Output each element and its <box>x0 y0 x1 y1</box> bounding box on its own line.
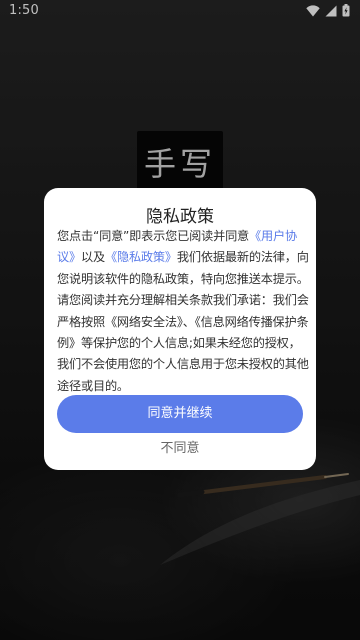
dialog-body: 您点击“同意”即表示您已阅读并同意《用户协议》以及《隐私政策》我们依据最新的法律… <box>57 226 309 397</box>
agree-continue-button[interactable]: 同意并继续 <box>57 395 303 433</box>
body-text: 您点击“同意”即表示您已阅读并同意 <box>57 229 250 243</box>
dialog-title: 隐私政策 <box>146 207 214 227</box>
privacy-policy-link[interactable]: 《隐私政策》 <box>105 250 177 264</box>
body-text: 我们依据最新的法律，向您说明该软件的隐私政策，特向您推送本提示。请您阅读并充分理… <box>57 250 309 393</box>
disagree-button[interactable]: 不同意 <box>140 438 220 460</box>
body-text: 以及 <box>80 250 105 265</box>
privacy-dialog: 隐私政策 您点击“同意”即表示您已阅读并同意《用户协议》以及《隐私政策》我们依据… <box>44 188 316 470</box>
